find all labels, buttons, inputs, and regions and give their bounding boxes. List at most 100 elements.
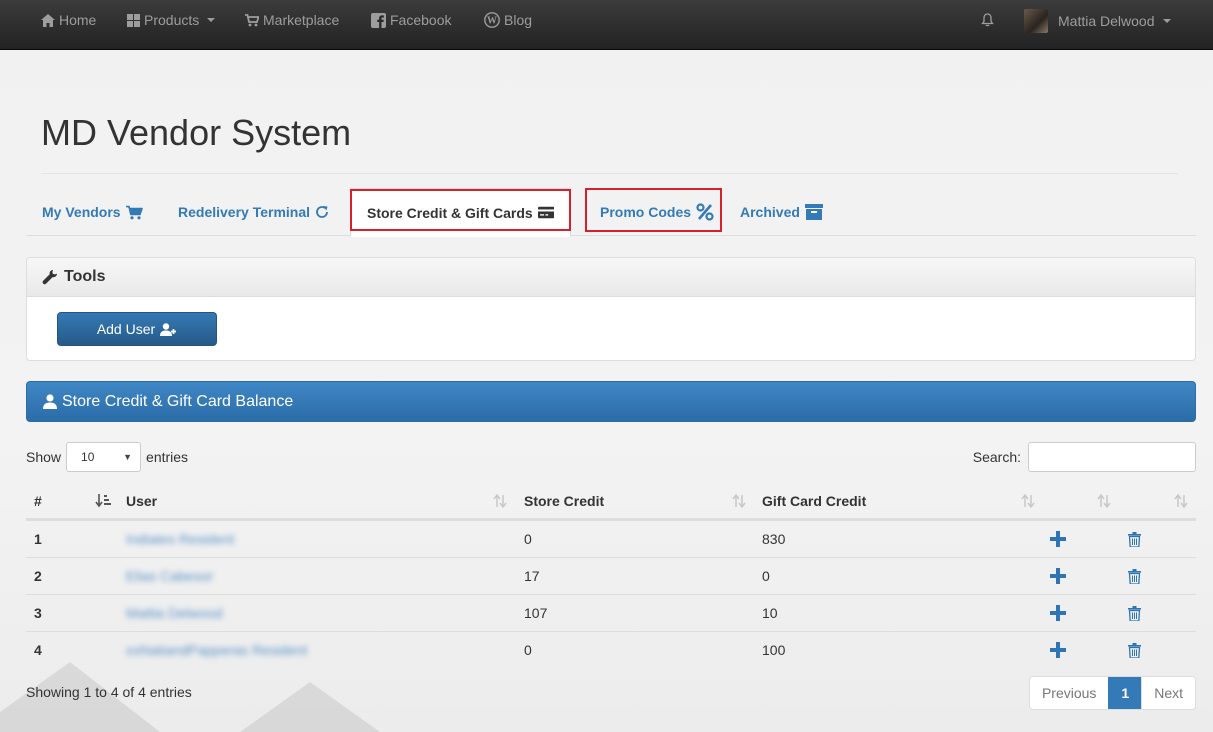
table-search: Search: <box>973 442 1196 472</box>
chevron-down-icon <box>1162 19 1171 23</box>
row-number: 2 <box>34 568 42 584</box>
cart-icon <box>125 205 143 219</box>
next-page-button[interactable]: Next <box>1141 677 1195 709</box>
user-link[interactable]: Mattia Delwood <box>126 595 223 631</box>
tab-label: Promo Codes <box>600 204 692 220</box>
store-credit-value: 0 <box>524 642 532 658</box>
user-link[interactable]: Elias Cabesor <box>126 558 213 594</box>
tab-label: Archived <box>740 204 800 220</box>
page-1-button[interactable]: 1 <box>1108 677 1142 709</box>
percent-icon <box>696 203 714 221</box>
credit-card-icon <box>537 206 554 219</box>
trash-icon[interactable] <box>1128 595 1141 631</box>
nav-marketplace-label: Marketplace <box>263 12 340 28</box>
refresh-icon <box>316 206 328 218</box>
entries-select[interactable]: 10 ▼ <box>66 442 142 472</box>
nav-blog[interactable]: W Blog <box>484 0 532 40</box>
sort-icon[interactable] <box>493 483 507 518</box>
previous-page-button[interactable]: Previous <box>1030 677 1108 709</box>
sort-icon[interactable] <box>1174 483 1188 518</box>
home-icon <box>41 13 55 27</box>
chevron-down-icon <box>207 18 216 22</box>
wrench-icon <box>42 270 57 285</box>
column-header-number[interactable]: # <box>34 483 42 518</box>
tab-my-vendors[interactable]: My Vendors <box>26 188 159 236</box>
tools-panel-header: Tools <box>27 258 1195 297</box>
entries-select-value: 10 <box>81 450 95 464</box>
add-credit-plus-icon[interactable] <box>1050 558 1066 594</box>
table-row: 3 Mattia Delwood 107 10 <box>26 594 1196 631</box>
balance-panel-header: Store Credit & Gift Card Balance <box>26 381 1196 422</box>
archive-icon <box>804 204 823 220</box>
tab-archived[interactable]: Archived <box>724 188 839 236</box>
tab-label: Redelivery Terminal <box>178 204 311 220</box>
notifications-button[interactable] <box>981 0 994 40</box>
add-user-button[interactable]: Add User <box>57 312 217 346</box>
tab-store-credit-gift-cards[interactable]: Store Credit & Gift Cards <box>350 188 571 237</box>
nav-products-label: Products <box>144 12 200 28</box>
nav-facebook[interactable]: Facebook <box>371 0 451 40</box>
tab-label: Store Credit & Gift Cards <box>367 204 533 221</box>
trash-icon[interactable] <box>1128 558 1141 594</box>
user-name: Mattia Delwood <box>1058 13 1155 29</box>
show-label: Show <box>26 449 62 465</box>
tab-redelivery-terminal[interactable]: Redelivery Terminal <box>162 188 345 236</box>
tools-panel: Tools Add User <box>26 257 1196 361</box>
trash-icon[interactable] <box>1128 632 1141 668</box>
nav-home-label: Home <box>59 12 97 28</box>
entries-label: entries <box>146 449 189 465</box>
balance-title: Store Credit & Gift Card Balance <box>62 392 294 410</box>
sort-icon[interactable] <box>1021 483 1035 518</box>
user-icon <box>43 394 57 409</box>
search-label: Search: <box>972 449 1021 465</box>
store-credit-value: 107 <box>524 605 548 621</box>
table-header-row: # User Store Credit Gift Card Credit <box>26 483 1196 520</box>
table-row: 2 Elias Cabesor 17 0 <box>26 557 1196 594</box>
store-credit-value: 17 <box>524 568 540 584</box>
tab-bar: My Vendors Redelivery Terminal Store Cre… <box>26 188 1196 237</box>
add-credit-plus-icon[interactable] <box>1050 595 1066 631</box>
store-credit-value: 0 <box>524 531 532 547</box>
add-credit-plus-icon[interactable] <box>1050 521 1066 557</box>
user-menu[interactable]: Mattia Delwood <box>1024 1 1171 41</box>
gift-card-credit-value: 830 <box>762 531 786 547</box>
balance-table: # User Store Credit Gift Card Credit 1 I… <box>26 483 1196 668</box>
avatar <box>1024 9 1048 33</box>
column-header-gift-card-credit[interactable]: Gift Card Credit <box>762 483 866 518</box>
sort-icon[interactable] <box>1097 483 1111 518</box>
table-row: 1 Indiates Resident 0 830 <box>26 520 1196 557</box>
tab-promo-codes[interactable]: Promo Codes <box>584 188 730 236</box>
wordpress-icon: W <box>484 12 500 28</box>
user-link[interactable]: Indiates Resident <box>126 521 234 557</box>
row-number: 1 <box>34 531 42 547</box>
nav-products[interactable]: Products <box>127 0 216 40</box>
column-header-store-credit[interactable]: Store Credit <box>524 483 604 518</box>
page-title: MD Vendor System <box>41 112 352 153</box>
add-user-icon <box>160 322 177 336</box>
grid-icon <box>127 13 140 27</box>
nav-home[interactable]: Home <box>41 0 96 40</box>
facebook-icon <box>371 12 386 28</box>
add-user-label: Add User <box>96 321 156 337</box>
sort-ascending-icon[interactable] <box>95 483 111 518</box>
cart-icon <box>245 13 259 26</box>
nav-blog-label: Blog <box>504 12 533 28</box>
tab-label: My Vendors <box>42 204 121 220</box>
gift-card-credit-value: 0 <box>762 568 770 584</box>
column-header-user[interactable]: User <box>126 483 157 518</box>
svg-text:W: W <box>487 16 497 27</box>
tools-title: Tools <box>64 268 106 285</box>
nav-facebook-label: Facebook <box>390 12 452 28</box>
dropdown-arrow-icon: ▼ <box>123 452 133 462</box>
nav-marketplace[interactable]: Marketplace <box>245 0 339 40</box>
add-credit-plus-icon[interactable] <box>1050 632 1066 668</box>
search-input[interactable] <box>1028 442 1196 472</box>
sort-icon[interactable] <box>732 483 746 518</box>
title-divider <box>41 173 1178 174</box>
top-navbar: Home Products Marketplace Facebook W Blo… <box>0 0 1213 50</box>
trash-icon[interactable] <box>1128 521 1141 557</box>
entries-length-control: Show 10 ▼ entries <box>26 442 188 472</box>
gift-card-credit-value: 10 <box>762 605 778 621</box>
pagination: Previous 1 Next <box>1028 676 1196 710</box>
table-info: Showing 1 to 4 of 4 entries <box>26 684 192 700</box>
